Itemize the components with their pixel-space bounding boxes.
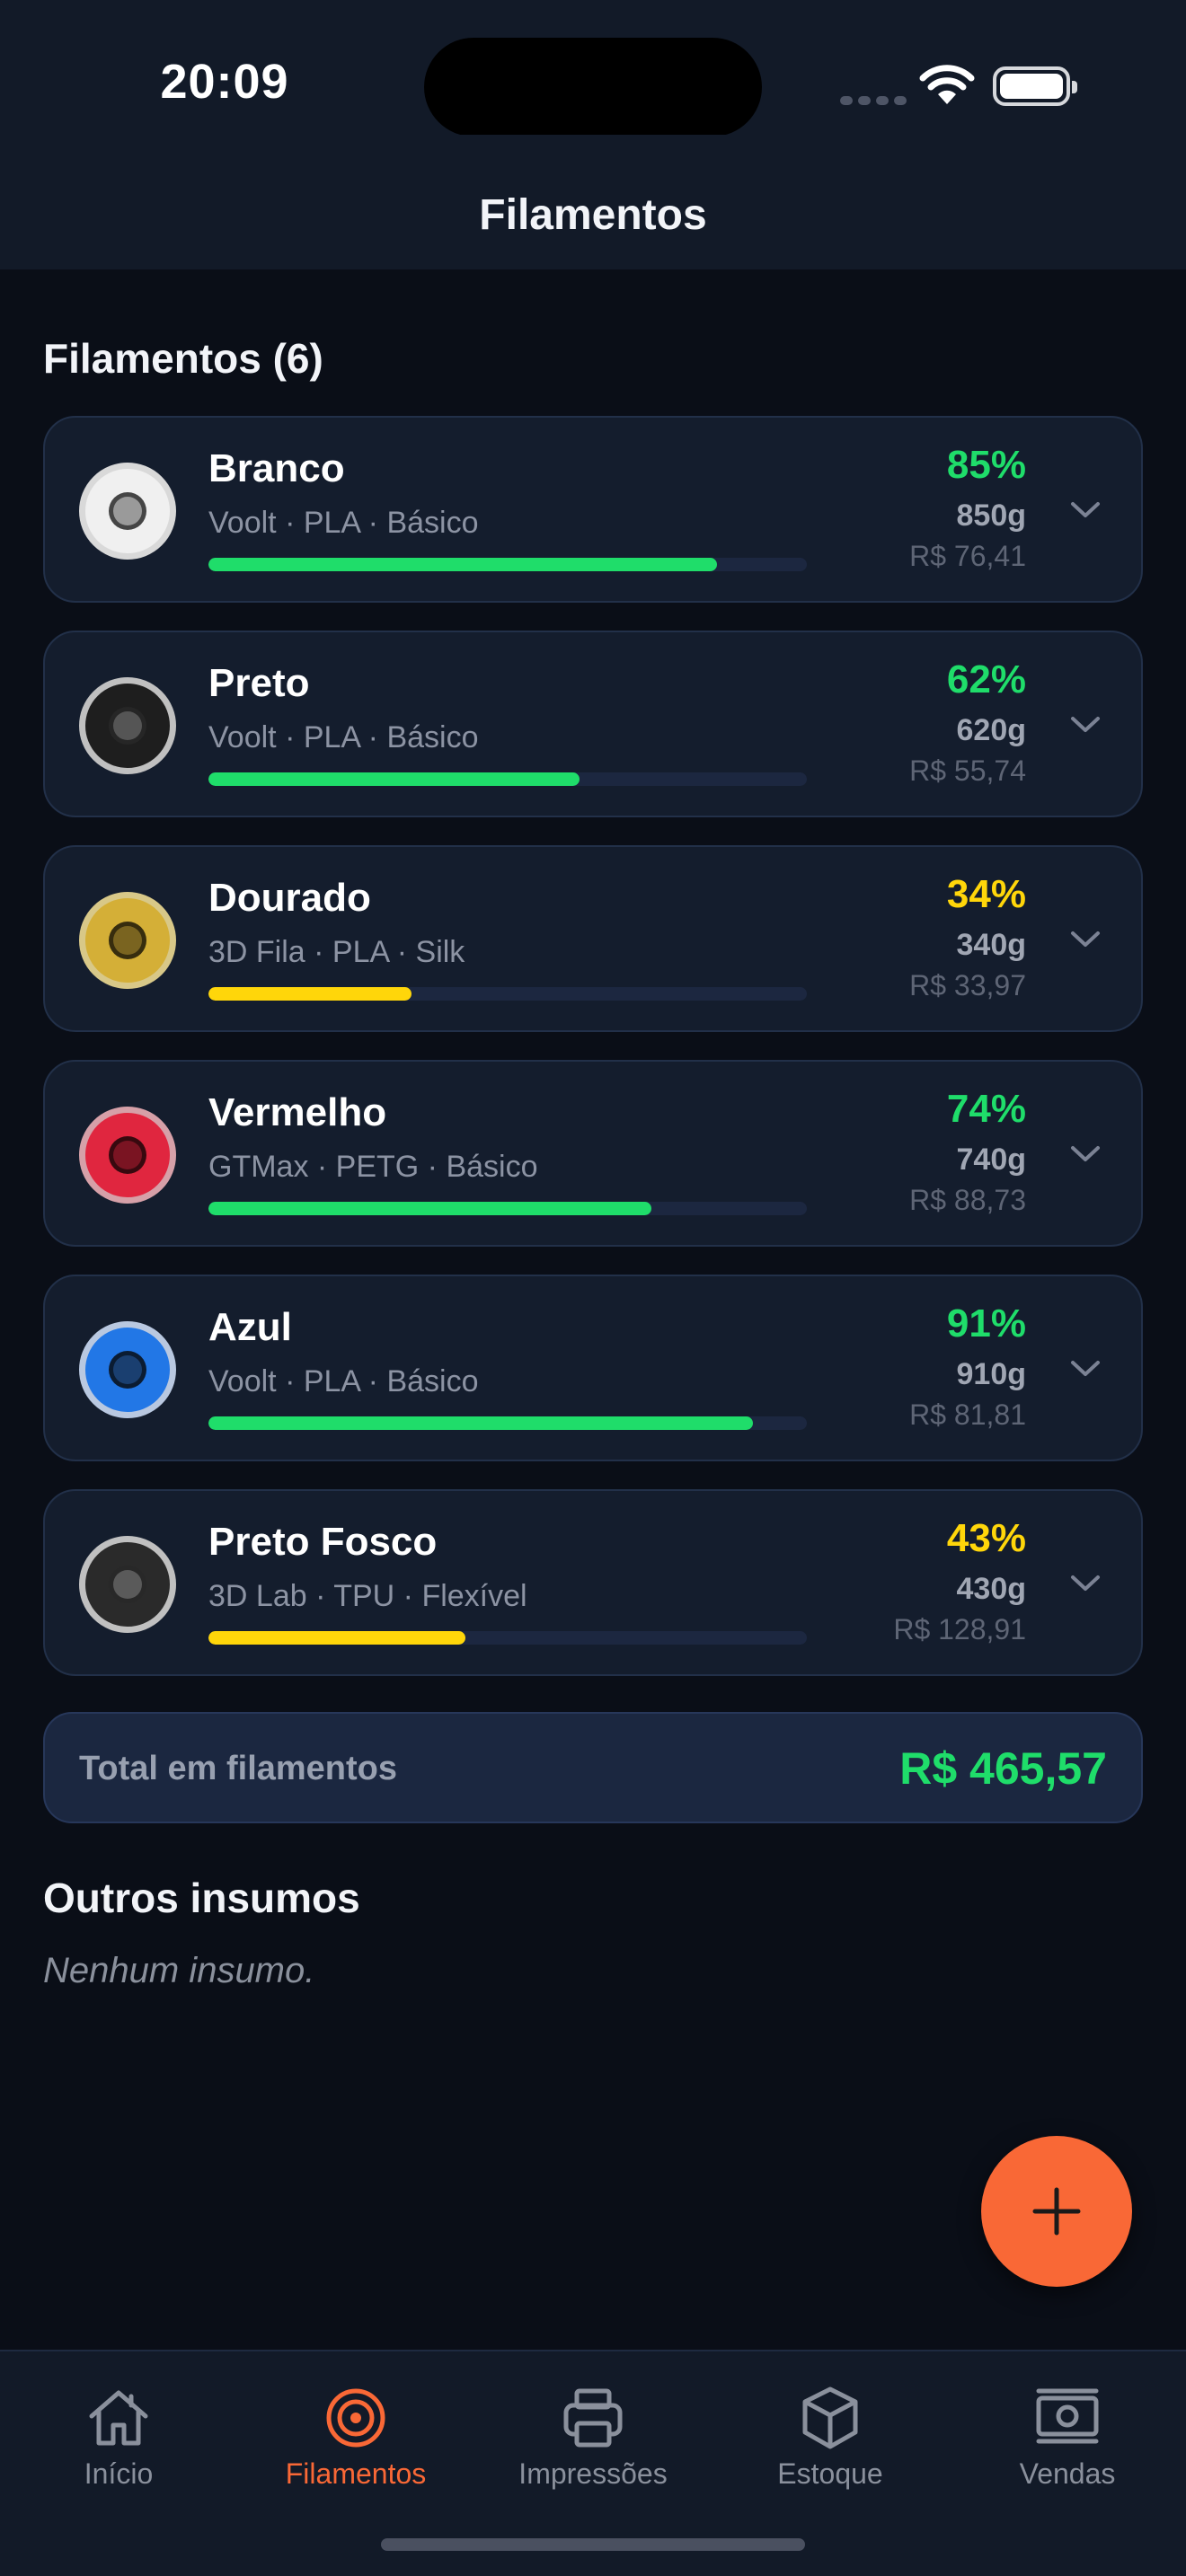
filament-price: R$ 76,41	[909, 540, 1026, 572]
filament-percent: 91%	[946, 1301, 1026, 1345]
chevron-down-icon[interactable]	[1069, 1357, 1102, 1379]
filament-price: R$ 55,74	[909, 754, 1026, 787]
spool-icon	[79, 1107, 176, 1204]
filament-percent: 62%	[946, 657, 1026, 701]
filament-name: Azul	[208, 1305, 292, 1349]
filament-price: R$ 128,91	[893, 1613, 1026, 1645]
filament-price: R$ 33,97	[909, 969, 1026, 1001]
filament-meta: Voolt · PLA · Básico	[208, 506, 479, 540]
total-value: R$ 465,57	[899, 1743, 1107, 1794]
filament-percent: 43%	[946, 1516, 1026, 1560]
dynamic-island	[424, 38, 762, 137]
tab-label: Estoque	[777, 2457, 883, 2490]
filament-level-bar	[208, 1202, 807, 1215]
filament-card[interactable]: Vermelho GTMax · PETG · Básico 74% 740g …	[43, 1060, 1143, 1247]
total-label: Total em filamentos	[79, 1750, 398, 1787]
home-indicator	[381, 2538, 805, 2551]
wifi-icon	[919, 65, 975, 104]
tab-estoque[interactable]: Estoque	[712, 2373, 949, 2499]
spool-icon	[79, 677, 176, 774]
filaments-section-title: Filamentos (6)	[43, 335, 323, 382]
spool-icon	[79, 1321, 176, 1418]
filament-meta: 3D Fila · PLA · Silk	[208, 935, 465, 969]
add-button[interactable]	[981, 2136, 1132, 2287]
tab-impressoes[interactable]: Impressões	[474, 2373, 712, 2499]
tab-label: Filamentos	[285, 2457, 427, 2490]
filament-weight: 430g	[956, 1572, 1027, 1606]
chevron-down-icon[interactable]	[1069, 713, 1102, 735]
filament-name: Vermelho	[208, 1090, 387, 1134]
tab-vendas[interactable]: Vendas	[949, 2373, 1186, 2499]
spool-icon	[79, 892, 176, 989]
spool-icon	[79, 463, 176, 560]
filament-card[interactable]: Dourado 3D Fila · PLA · Silk 34% 340g R$…	[43, 845, 1143, 1032]
total-summary: Total em filamentos R$ 465,57	[43, 1712, 1143, 1823]
printer-icon	[563, 2388, 623, 2448]
filament-meta: GTMax · PETG · Básico	[208, 1150, 538, 1184]
filament-weight: 340g	[956, 928, 1027, 962]
status-time: 20:09	[160, 55, 289, 109]
empty-state-text: Nenhum insumo.	[43, 1951, 315, 1990]
filament-meta: 3D Lab · TPU · Flexível	[208, 1579, 527, 1613]
filament-meta: Voolt · PLA · Básico	[208, 1364, 479, 1398]
banknote-icon	[1036, 2388, 1099, 2444]
spool-icon	[326, 2388, 385, 2448]
cellular-signal-icon	[840, 93, 912, 110]
filament-name: Preto Fosco	[208, 1520, 438, 1564]
nav-header: Filamentos	[0, 135, 1186, 269]
filament-name: Branco	[208, 446, 345, 490]
home-icon	[89, 2390, 148, 2446]
filament-weight: 850g	[956, 498, 1027, 533]
page-title: Filamentos	[479, 191, 707, 239]
filament-meta: Voolt · PLA · Básico	[208, 720, 479, 754]
filament-weight: 910g	[956, 1357, 1027, 1391]
filament-percent: 34%	[946, 872, 1026, 916]
battery-icon	[993, 66, 1077, 106]
filament-weight: 740g	[956, 1142, 1027, 1177]
filament-card[interactable]: Preto Fosco 3D Lab · TPU · Flexível 43% …	[43, 1489, 1143, 1676]
box-icon	[802, 2386, 858, 2449]
tab-filamentos[interactable]: Filamentos	[237, 2373, 474, 2499]
tab-label: Início	[84, 2457, 154, 2490]
spool-icon	[79, 1536, 176, 1633]
filament-card[interactable]: Azul Voolt · PLA · Básico 91% 910g R$ 81…	[43, 1275, 1143, 1461]
filament-percent: 74%	[946, 1087, 1026, 1131]
filament-card[interactable]: Branco Voolt · PLA · Básico 85% 850g R$ …	[43, 416, 1143, 603]
filament-price: R$ 88,73	[909, 1184, 1026, 1216]
filament-level-bar	[208, 1416, 807, 1430]
filament-name: Dourado	[208, 876, 371, 920]
plus-icon	[1032, 2187, 1081, 2236]
chevron-down-icon[interactable]	[1069, 928, 1102, 949]
chevron-down-icon[interactable]	[1069, 1572, 1102, 1593]
filament-card[interactable]: Preto Voolt · PLA · Básico 62% 620g R$ 5…	[43, 631, 1143, 817]
filament-level-bar	[208, 558, 807, 571]
filament-percent: 85%	[946, 443, 1026, 487]
filament-name: Preto	[208, 661, 310, 705]
tab-label: Impressões	[518, 2457, 668, 2490]
chevron-down-icon[interactable]	[1069, 1142, 1102, 1164]
chevron-down-icon[interactable]	[1069, 498, 1102, 520]
status-bar: 20:09	[0, 0, 1186, 137]
filament-level-bar	[208, 987, 807, 1001]
filament-level-bar	[208, 1631, 807, 1645]
other-supplies-title: Outros insumos	[43, 1875, 360, 1921]
tab-inicio[interactable]: Início	[0, 2373, 237, 2499]
filament-level-bar	[208, 772, 807, 786]
filament-weight: 620g	[956, 713, 1027, 747]
filament-price: R$ 81,81	[909, 1398, 1026, 1431]
tab-label: Vendas	[1019, 2457, 1116, 2490]
